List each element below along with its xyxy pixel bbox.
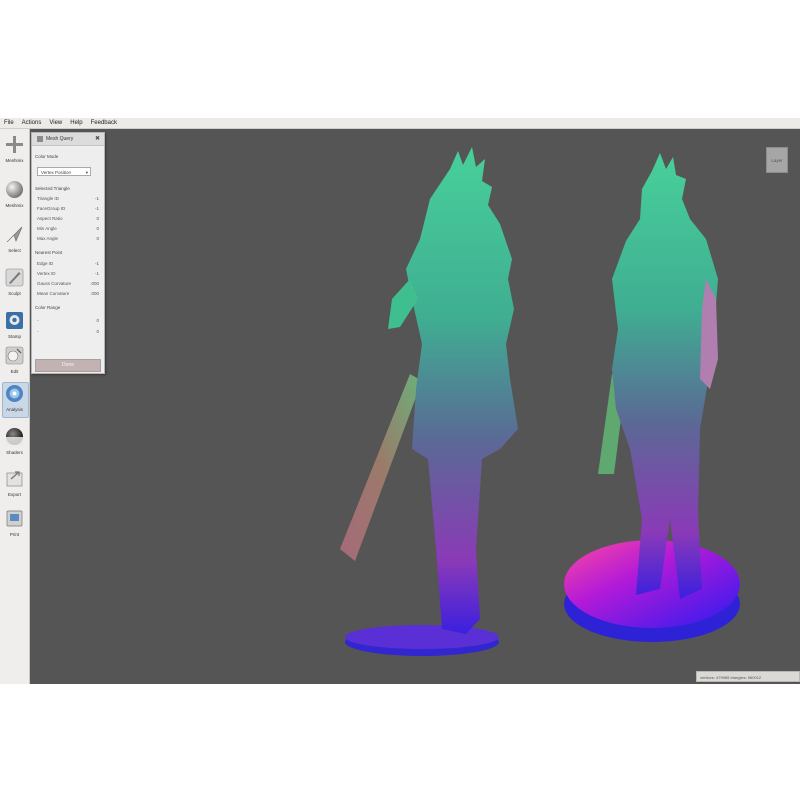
meshmixer-window: File Actions View Help Feedback Meshmix …: [0, 118, 800, 684]
panel-header: Mesh Query ✖: [32, 133, 104, 146]
range-min-value[interactable]: 0: [96, 318, 99, 323]
stamp-icon: [6, 312, 23, 329]
max-angle-value: 0: [96, 236, 99, 241]
chevron-down-icon: ▾: [85, 170, 88, 175]
panel-icon: [37, 136, 43, 142]
tool-stamp[interactable]: Stamp: [0, 309, 29, 349]
tool-label: Export: [7, 492, 21, 497]
vertex-id-label: Vertex ID: [37, 271, 56, 276]
tool-import[interactable]: Meshmix: [0, 133, 29, 173]
nearest-point-label: Nearest Point: [35, 250, 63, 255]
max-angle-label: Max Angle: [37, 236, 59, 241]
edit-icon: [5, 346, 24, 365]
mean-curvature-value: .000: [90, 291, 99, 296]
color-mode-select[interactable]: Vertex Position ▾: [37, 167, 91, 176]
facegroup-id-value: -1: [94, 206, 99, 211]
left-figure: [340, 147, 518, 656]
tool-print[interactable]: Print: [0, 507, 29, 547]
tool-label: Shaders: [6, 450, 23, 455]
3d-viewport[interactable]: [30, 129, 800, 684]
menu-view[interactable]: View: [45, 118, 66, 128]
edge-id-value: -1: [94, 261, 99, 266]
edge-id-label: Edge ID: [37, 261, 54, 266]
tool-meshmix[interactable]: Meshmix: [0, 178, 29, 218]
mesh-query-panel: Mesh Query ✖ Color Mode Vertex Position …: [31, 132, 105, 374]
menu-feedback[interactable]: Feedback: [87, 118, 121, 128]
export-icon: [6, 471, 23, 487]
min-angle-label: Min Angle: [37, 226, 57, 231]
tool-label: Edit: [10, 369, 19, 374]
arrow-cursor-icon: [6, 226, 23, 243]
menu-file[interactable]: File: [0, 118, 18, 128]
facegroup-id-label: FaceGroup ID: [37, 206, 66, 211]
model-render: [340, 147, 740, 656]
shaders-icon: [6, 428, 23, 445]
mean-curvature-label: Mean Curvature: [37, 291, 70, 296]
tool-shaders[interactable]: Shaders: [0, 425, 29, 465]
triangle-id-value: -1: [94, 196, 99, 201]
range-max-value[interactable]: 0: [96, 329, 99, 334]
gauss-curvature-value: .000: [90, 281, 99, 286]
tool-sculpt[interactable]: Sculpt: [0, 266, 29, 306]
tool-label: Sculpt: [8, 291, 21, 296]
triangle-id-label: Triangle ID: [37, 196, 59, 201]
tool-label: Meshmix: [5, 158, 24, 163]
aspect-ratio-label: Aspect Ratio: [37, 216, 63, 221]
aspect-ratio-value: 0: [96, 216, 99, 221]
tool-label: Analysis: [6, 407, 23, 412]
tool-export[interactable]: Export: [0, 467, 29, 507]
vertex-id-value: -1: [94, 271, 99, 276]
left-toolbar: Meshmix Meshmix Select Sculpt Stamp Edit…: [0, 129, 30, 684]
tool-edit[interactable]: Edit: [0, 344, 29, 384]
menu-bar: File Actions View Help Feedback: [0, 118, 800, 129]
menu-help[interactable]: Help: [66, 118, 86, 128]
close-icon[interactable]: ✖: [95, 135, 100, 142]
menu-actions[interactable]: Actions: [18, 118, 46, 128]
color-mode-label: Color Mode: [35, 154, 59, 159]
range-max-label: -: [37, 329, 39, 334]
tool-label: Print: [9, 532, 20, 537]
min-angle-value: 0: [96, 226, 99, 231]
status-bar: vertices: 479985 triangles: 960012: [696, 671, 800, 682]
tool-label: Meshmix: [5, 203, 24, 208]
analysis-icon: [6, 385, 23, 402]
tool-label: Stamp: [7, 334, 21, 339]
color-mode-value: Vertex Position: [41, 170, 72, 175]
tool-select[interactable]: Select: [0, 223, 29, 263]
right-figure: [564, 153, 740, 642]
gauss-curvature-label: Gauss Curvature: [37, 281, 72, 286]
color-range-label: Color Range: [35, 305, 61, 310]
selected-triangle-label: Selected Triangle: [35, 186, 70, 191]
layer-button[interactable]: Layer: [766, 147, 788, 173]
sphere-icon: [6, 181, 23, 198]
tool-label: Select: [8, 248, 21, 253]
plus-icon: [6, 136, 23, 153]
tool-analysis[interactable]: Analysis: [0, 382, 29, 422]
print-icon: [6, 510, 23, 527]
done-button[interactable]: Done: [35, 359, 101, 372]
panel-title: Mesh Query: [46, 136, 74, 142]
range-min-label: -: [37, 318, 39, 323]
brush-icon: [5, 268, 24, 287]
